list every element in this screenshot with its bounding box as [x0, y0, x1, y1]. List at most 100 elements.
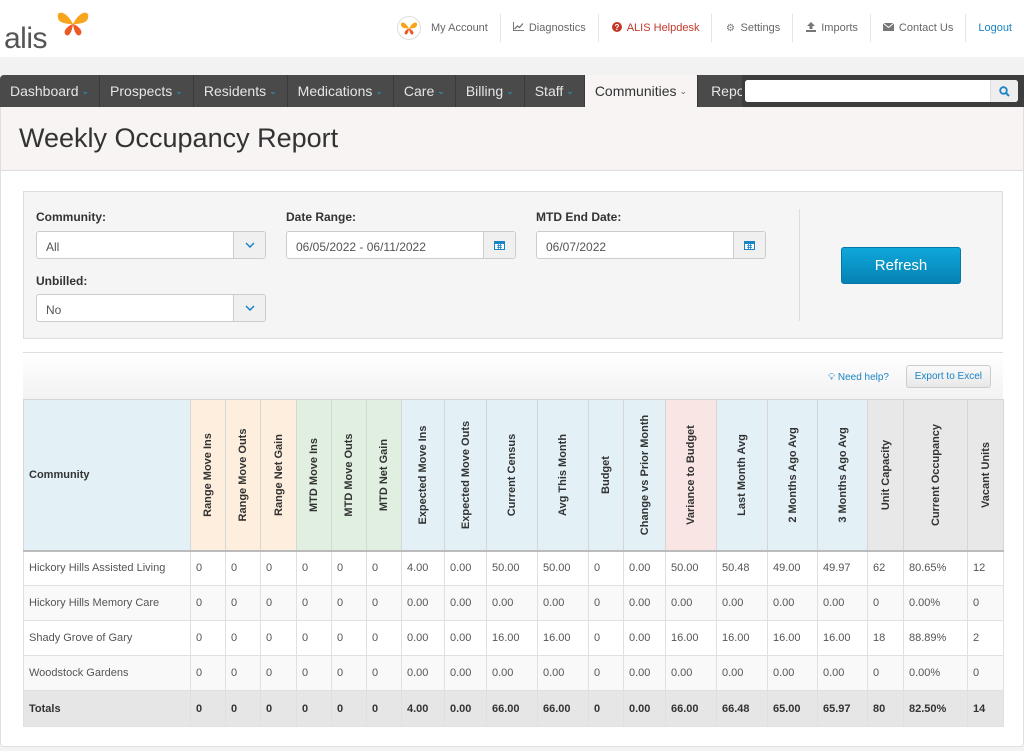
column-header[interactable]: Budget: [588, 399, 624, 552]
column-header[interactable]: Range Move Ins: [190, 399, 226, 552]
column-header[interactable]: Current Census: [486, 399, 538, 552]
table-row: Hickory Hills Assisted Living 0 0 0 0 0 0 4.00 0…: [23, 550, 1004, 586]
date-range-value: 06/05/2022 - 06/11/2022: [296, 240, 426, 254]
gear-icon: ⚙: [726, 22, 735, 34]
table-cell: 0.00: [767, 585, 818, 621]
totals-cell: 66.48: [716, 690, 768, 727]
date-range-input[interactable]: 06/05/2022 - 06/11/2022: [286, 231, 516, 259]
need-help-link[interactable]: 💡︎ Need help?: [828, 372, 889, 383]
search-button[interactable]: [990, 80, 1018, 102]
column-header[interactable]: Range Net Gain: [260, 399, 297, 552]
report-toolbar: 💡︎ Need help? Export to Excel: [23, 352, 1003, 400]
table-cell: 0.00: [623, 585, 666, 621]
column-header-label: Current Census: [506, 433, 518, 517]
chevron-down-icon: ⌄: [175, 85, 183, 96]
unbilled-select[interactable]: No: [36, 294, 266, 322]
column-header[interactable]: MTD Net Gain: [366, 399, 402, 552]
logo-text: alis: [4, 22, 48, 55]
nav-label: Residents: [203, 83, 267, 99]
table-cell: 0.00: [623, 550, 666, 586]
table-row: Woodstock Gardens 0 0 0 0 0 0 0.00 0.00 0.00 0.00 0…: [23, 655, 1004, 691]
table-cell: 0: [190, 620, 226, 656]
top-header: alis My Account Diagnostics ? ALIS Helpd…: [0, 0, 1024, 57]
table-cell: 0.00: [444, 550, 487, 586]
column-header[interactable]: Expected Move Ins: [401, 399, 445, 552]
table-cell: 16.00: [716, 620, 768, 656]
table-cell: 4.00: [401, 550, 445, 586]
nav-communities[interactable]: Communities ⌄: [584, 75, 699, 107]
table-cell: 49.97: [817, 550, 868, 586]
totals-cell: 66.00: [665, 690, 717, 727]
column-header-label: Vacant Units: [979, 441, 992, 508]
column-header[interactable]: Range Move Outs: [225, 399, 261, 552]
settings-link[interactable]: ⚙ Settings: [712, 14, 794, 42]
chevron-down-icon: ⌄: [269, 85, 277, 96]
table-cell: 18: [867, 620, 904, 656]
nav-billing[interactable]: Billing ⌄: [456, 75, 525, 107]
table-cell: 16.00: [537, 620, 589, 656]
calendar-icon[interactable]: [733, 232, 765, 258]
table-cell: 0.00%: [903, 585, 968, 621]
chevron-down-icon: ⌄: [566, 85, 574, 96]
column-header[interactable]: Change vs Prior Month: [623, 399, 666, 552]
column-header[interactable]: 2 Months Ago Avg: [767, 399, 818, 552]
column-header[interactable]: Expected Move Outs: [444, 399, 487, 552]
nav-dashboard[interactable]: Dashboard ⌄: [0, 75, 101, 107]
table-cell: 0: [588, 550, 624, 586]
column-header[interactable]: Vacant Units: [967, 399, 1004, 552]
nav-care[interactable]: Care ⌄: [394, 75, 456, 107]
my-account-link[interactable]: My Account: [385, 14, 501, 42]
nav-prospects[interactable]: Prospects ⌄: [100, 75, 194, 107]
nav-medications[interactable]: Medications ⌄: [288, 75, 394, 107]
column-header[interactable]: MTD Move Outs: [331, 399, 367, 552]
butterfly-logo-icon: [57, 12, 89, 36]
column-header-label: Budget: [600, 455, 612, 494]
alis-logo[interactable]: alis: [4, 8, 94, 55]
nav-label: Staff: [534, 83, 564, 99]
table-cell: 50.00: [537, 550, 589, 586]
column-header-label: 3 Months Ago Avg: [836, 427, 849, 523]
community-select[interactable]: All: [36, 231, 266, 259]
nav-label: Medications: [297, 83, 373, 99]
column-header[interactable]: Variance to Budget: [665, 399, 717, 552]
search-input[interactable]: [745, 80, 990, 102]
column-header[interactable]: Unit Capacity: [867, 399, 904, 552]
chevron-down-icon: ⌄: [375, 85, 383, 96]
column-header[interactable]: MTD Move Ins: [296, 399, 332, 552]
logout-link[interactable]: Logout: [966, 14, 1024, 42]
filters-panel: Community: All Unbilled: No Date Range: …: [23, 191, 1003, 339]
table-cell: 16.00: [486, 620, 538, 656]
column-header[interactable]: Last Month Avg: [716, 399, 768, 552]
contact-us-link[interactable]: Contact Us: [871, 14, 967, 42]
chevron-down-icon: ⌄: [506, 85, 514, 96]
totals-cell: 0: [331, 690, 367, 727]
column-header[interactable]: Current Occupancy: [903, 399, 968, 552]
nav-staff[interactable]: Staff ⌄: [525, 75, 585, 107]
global-search: [742, 75, 1024, 107]
nav-label: Care: [403, 83, 435, 99]
column-header[interactable]: 3 Months Ago Avg: [817, 399, 868, 552]
totals-cell: 0: [260, 690, 297, 727]
column-header-community[interactable]: Community: [23, 399, 191, 552]
totals-cell: 0: [225, 690, 261, 727]
alis-helpdesk-link[interactable]: ? ALIS Helpdesk: [599, 14, 713, 42]
table-cell: 50.00: [665, 550, 717, 586]
diagnostics-link[interactable]: Diagnostics: [501, 14, 599, 42]
column-header-label: Community: [29, 468, 90, 481]
table-cell: 0: [867, 585, 904, 621]
alis-helpdesk-label: ALIS Helpdesk: [626, 22, 700, 34]
refresh-button[interactable]: Refresh: [841, 247, 961, 284]
export-to-excel-button[interactable]: Export to Excel: [905, 365, 991, 388]
table-cell: 0.00: [665, 655, 717, 691]
table-cell: 49.00: [767, 550, 818, 586]
table-cell: 0.00: [486, 655, 538, 691]
table-cell: 0: [190, 585, 226, 621]
column-header[interactable]: Avg This Month: [537, 399, 589, 552]
imports-link[interactable]: Imports: [793, 14, 871, 42]
table-cell: 0.00: [486, 585, 538, 621]
nav-residents[interactable]: Residents ⌄: [194, 75, 288, 107]
mtd-end-date-input[interactable]: 06/07/2022: [536, 231, 766, 259]
chevron-down-icon: ⌄: [81, 85, 90, 96]
table-cell: 0.00: [623, 620, 666, 656]
calendar-icon[interactable]: [483, 232, 515, 258]
